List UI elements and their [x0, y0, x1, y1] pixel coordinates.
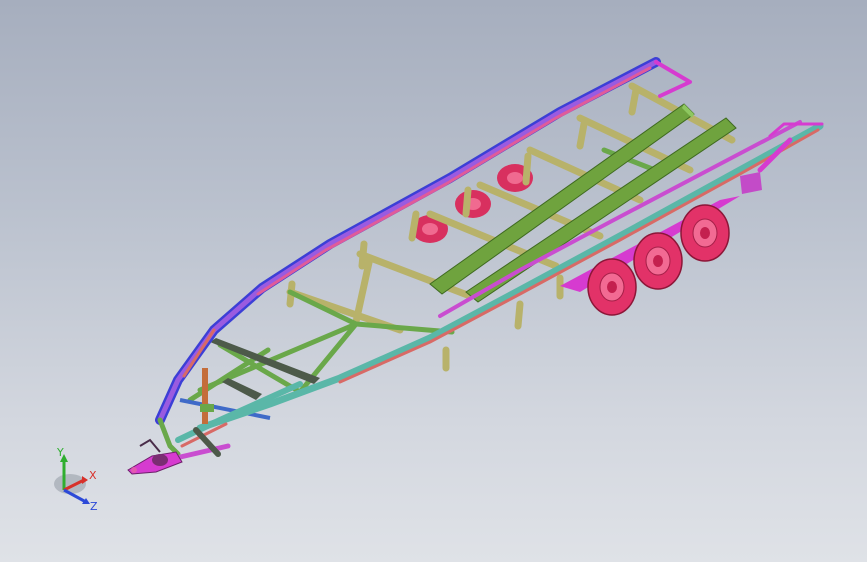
coupling-head [127, 438, 183, 475]
x-label: X [89, 469, 97, 482]
coordinate-triad[interactable]: Y X Z [44, 446, 114, 516]
boat-trailer-model[interactable] [0, 0, 867, 562]
z-label: Z [90, 500, 98, 513]
y-label: Y [56, 446, 64, 459]
graphics-viewport[interactable]: Y X Z [0, 0, 867, 562]
jockey-post [200, 368, 214, 424]
triad-base [54, 474, 86, 494]
